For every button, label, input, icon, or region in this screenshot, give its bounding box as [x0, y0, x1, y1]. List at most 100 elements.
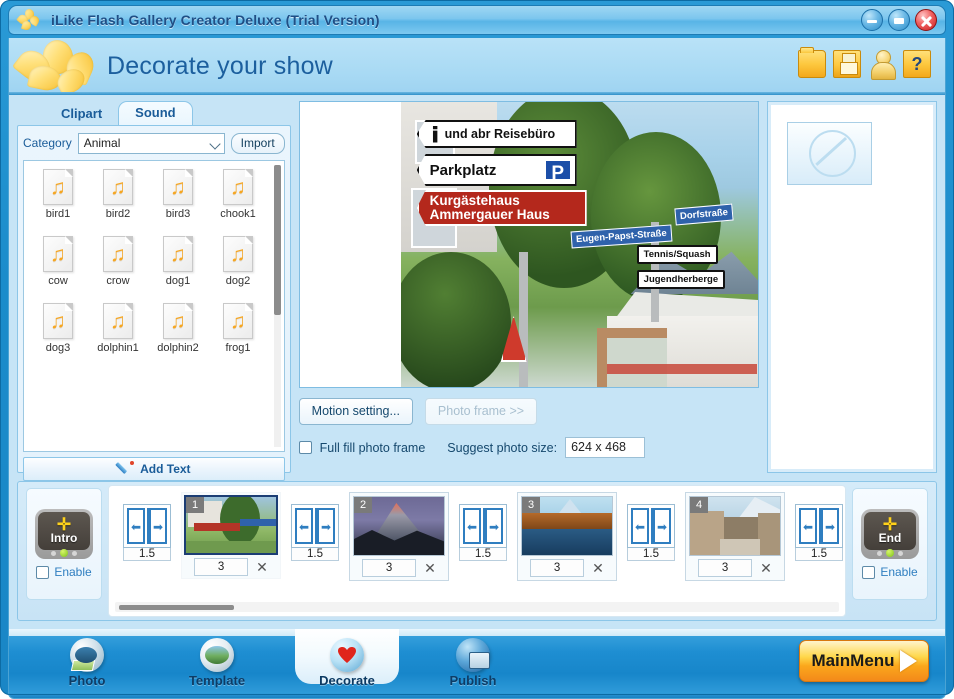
sound-item[interactable]: ♫ chook1: [208, 169, 268, 220]
help-icon[interactable]: ?: [903, 50, 931, 78]
slide-number: 3: [522, 497, 540, 513]
transition-item[interactable]: ⬅➡1.5: [123, 504, 171, 561]
close-icon[interactable]: ✕: [424, 561, 436, 575]
sound-item-label: chook1: [208, 208, 268, 220]
sound-item[interactable]: ♫dolphin1: [88, 303, 148, 354]
heart-icon: [330, 638, 364, 672]
slide-item[interactable]: 2 3 ✕: [349, 492, 449, 581]
sign-info: und abr Reisebüro: [417, 120, 577, 148]
slide-thumbnail[interactable]: 1: [184, 495, 278, 555]
intro-button[interactable]: ✛ Intro: [35, 509, 93, 559]
sound-item[interactable]: ♫bird3: [148, 169, 208, 220]
intro-label: Intro: [51, 531, 78, 545]
maximize-button[interactable]: [888, 9, 910, 31]
sign-tennis-squash: Tennis/Squash: [637, 245, 718, 264]
slide-number: 2: [354, 497, 372, 513]
sign-parkplatz: Parkplatz P: [417, 154, 577, 186]
transition-doors-icon: ⬅➡: [123, 504, 171, 548]
globe-icon: [456, 638, 490, 672]
end-enable-checkbox[interactable]: [862, 566, 875, 579]
transition-doors-icon: ⬅➡: [627, 504, 675, 548]
nav-publish[interactable]: Publish: [427, 638, 519, 688]
tab-sound[interactable]: Sound: [118, 101, 192, 125]
main-body: Clipart Sound Category Animal Import ♫bi…: [8, 95, 946, 629]
sound-item[interactable]: ♫dolphin2: [148, 303, 208, 354]
close-button[interactable]: [915, 9, 937, 31]
sign-dorfstrasse: Dorfstraße: [674, 204, 733, 226]
close-icon[interactable]: ✕: [592, 561, 604, 575]
transition-item[interactable]: ⬅➡1.5: [291, 504, 339, 561]
slide-duration[interactable]: 3: [530, 559, 584, 577]
sound-item[interactable]: ♫crow: [88, 236, 148, 287]
preview-photo: und abr Reisebüro Parkplatz P Kurgästeha…: [401, 102, 759, 387]
category-row: Category Animal Import: [23, 131, 285, 155]
music-note-file-icon: ♫: [223, 169, 253, 205]
plus-icon: ✛: [57, 518, 71, 531]
sound-item[interactable]: ♫bird1: [28, 169, 88, 220]
window-footer: [8, 693, 946, 699]
slide-thumbnail[interactable]: 3: [521, 496, 613, 556]
nav-photo[interactable]: Photo: [41, 638, 133, 688]
chevron-down-icon: [209, 138, 220, 149]
main-menu-button[interactable]: MainMenu: [799, 640, 929, 682]
user-icon[interactable]: [868, 50, 896, 78]
full-fill-photo-frame-checkbox[interactable]: [299, 441, 312, 454]
slide-item[interactable]: 4 3 ✕: [685, 492, 785, 581]
plus-icon: ✛: [883, 518, 897, 531]
sound-item[interactable]: ♫ dog1: [148, 236, 208, 287]
clipart-preview-area[interactable]: [767, 101, 937, 473]
close-icon[interactable]: ✕: [760, 561, 772, 575]
tab-clipart[interactable]: Clipart: [45, 103, 118, 125]
transition-doors-icon: ⬅➡: [795, 504, 843, 548]
end-button[interactable]: ✛ End: [861, 509, 919, 559]
intro-enable-checkbox[interactable]: [36, 566, 49, 579]
sound-item-label: cow: [28, 275, 88, 287]
slide-thumbnail[interactable]: 2: [353, 496, 445, 556]
slide-thumbnail[interactable]: 4: [689, 496, 781, 556]
music-note-file-icon: ♫: [103, 303, 133, 339]
music-note-file-icon: ♫: [223, 236, 253, 272]
preview-controls: Motion setting... Photo frame >> Full fi…: [299, 398, 759, 458]
slide-duration[interactable]: 3: [698, 559, 752, 577]
filmstrip: ✛ Intro Enable ⬅➡1.513✕⬅➡1.523✕⬅➡1.533✕⬅…: [17, 481, 937, 621]
slide-duration[interactable]: 3: [362, 559, 416, 577]
preview-stage[interactable]: und abr Reisebüro Parkplatz P Kurgästeha…: [299, 101, 759, 388]
end-slide[interactable]: ✛ End Enable: [852, 488, 928, 600]
sound-item-label: bird3: [148, 208, 208, 220]
category-select[interactable]: Animal: [78, 133, 225, 154]
transition-item[interactable]: ⬅➡1.5: [627, 504, 675, 561]
folder-icon[interactable]: [798, 50, 826, 78]
nav-decorate[interactable]: Decorate: [301, 638, 393, 688]
photo-frame-button[interactable]: Photo frame >>: [425, 398, 537, 425]
intro-slide[interactable]: ✛ Intro Enable: [26, 488, 102, 600]
suggest-photo-size-value: 624 x 468: [565, 437, 645, 458]
music-note-file-icon: ♫: [43, 169, 73, 205]
sound-item-label: dog1: [148, 275, 208, 287]
transition-duration: 1.5: [795, 548, 843, 561]
add-text-button[interactable]: Add Text: [23, 457, 285, 481]
save-icon[interactable]: [833, 50, 861, 78]
minimize-button[interactable]: [861, 9, 883, 31]
filmstrip-scrollbar[interactable]: [115, 602, 839, 612]
flower-logo-icon: [17, 8, 41, 32]
title-bar: iLike Flash Gallery Creator Deluxe (Tria…: [8, 5, 946, 35]
slide-duration[interactable]: 3: [194, 558, 248, 576]
sound-item[interactable]: ♫frog1: [208, 303, 268, 354]
slide-item[interactable]: 1 3 ✕: [181, 492, 281, 579]
motion-setting-button[interactable]: Motion setting...: [299, 398, 413, 425]
sound-grid-scrollbar[interactable]: [274, 165, 281, 447]
sound-item[interactable]: ♫cow: [28, 236, 88, 287]
music-note-file-icon: ♫: [163, 236, 193, 272]
nav-template[interactable]: Template: [171, 638, 263, 688]
slide-item[interactable]: 3 3 ✕: [517, 492, 617, 581]
sound-item[interactable]: ♫dog2: [208, 236, 268, 287]
full-fill-photo-frame-label: Full fill photo frame: [320, 441, 426, 455]
transition-item[interactable]: ⬅➡1.5: [459, 504, 507, 561]
transition-item[interactable]: ⬅➡1.5: [795, 504, 843, 561]
close-icon[interactable]: ✕: [256, 560, 268, 574]
window-controls: [861, 9, 937, 31]
import-button[interactable]: Import: [231, 133, 285, 154]
sound-item[interactable]: ♫dog3: [28, 303, 88, 354]
transition-doors-icon: ⬅➡: [291, 504, 339, 548]
sound-item[interactable]: ♫bird2: [88, 169, 148, 220]
